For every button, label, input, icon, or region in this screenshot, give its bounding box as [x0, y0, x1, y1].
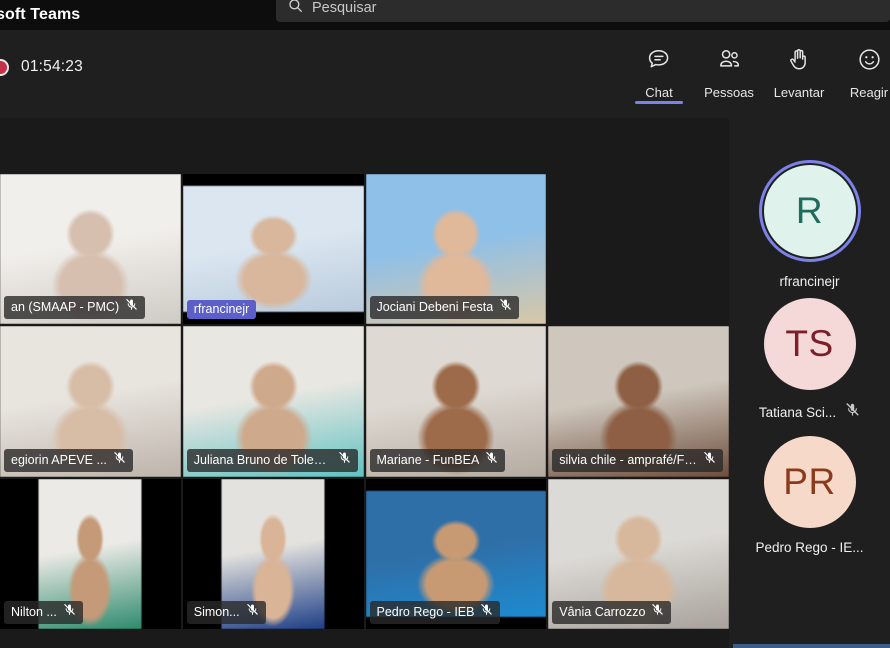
mic-muted-icon — [703, 451, 716, 469]
chat-icon — [646, 46, 673, 78]
video-tile[interactable]: Simon... — [182, 478, 364, 629]
participant-name-badge: rfrancinejr — [186, 300, 257, 320]
reactions-icon — [856, 46, 883, 78]
toolbar-label-reactions: Reagir — [849, 85, 889, 100]
toolbar-button-chat[interactable]: Chat — [624, 38, 694, 106]
title-bar: soft Teams Pesquisar — [0, 0, 890, 30]
roster-participant-name: Pedro Rego - IE... — [755, 540, 864, 555]
mic-muted-icon — [499, 298, 512, 316]
roster-item[interactable]: PR Pedro Rego - IE... — [729, 436, 890, 555]
app-title: soft Teams — [0, 6, 81, 23]
roster-name-row: Tatiana Sci... — [759, 402, 860, 422]
avatar-initials: PR — [783, 461, 836, 502]
participant-name-badge: Jociani Debeni Festa — [369, 296, 520, 320]
video-tile[interactable]: Nilton ... — [0, 478, 181, 629]
video-tile[interactable]: Pedro Rego - IEB — [365, 478, 547, 629]
mic-muted-icon — [845, 402, 860, 422]
toolbar-label-raise-hand: Levantar — [773, 85, 825, 100]
participant-name-badge: Vânia Carrozzo — [552, 600, 672, 624]
people-icon — [716, 46, 743, 78]
participant-name: Nilton ... — [11, 604, 57, 619]
roster-participant-name: rfrancinejr — [779, 274, 840, 289]
raise-hand-icon — [786, 46, 813, 78]
participant-name: Pedro Rego - IEB — [376, 604, 475, 619]
video-tile[interactable]: Juliana Bruno de Toledo Piz... — [182, 326, 364, 477]
avatar: R — [763, 165, 856, 257]
participant-name-badge: Simon... — [186, 600, 266, 624]
search-icon — [288, 0, 303, 18]
participant-name: Vânia Carrozzo — [559, 604, 646, 619]
roster-item[interactable]: Rrfrancinejr — [729, 160, 890, 289]
roster-participant-name: Tatiana Sci... — [758, 404, 837, 420]
video-tile[interactable]: Vânia Carrozzo — [548, 478, 729, 629]
video-tile[interactable]: Jociani Debeni Festa — [365, 174, 547, 325]
meeting-toolbar: 01:54:23 Chat Pessoas Levantar Reagir — [0, 30, 890, 118]
meeting-elapsed-time: 01:54:23 — [21, 58, 83, 75]
participant-name-badge: silvia chile - amprafé/FPPPS ... — [552, 448, 723, 472]
participant-name: silvia chile - amprafé/FPPPS ... — [559, 452, 697, 467]
mic-muted-icon — [651, 603, 664, 621]
toolbar-label-chat: Chat — [645, 85, 673, 100]
toolbar-button-reactions[interactable]: Reagir — [834, 38, 890, 106]
participant-name-badge: Nilton ... — [4, 600, 83, 624]
participant-name: Jociani Debeni Festa — [376, 300, 494, 315]
toolbar-actions: Chat Pessoas Levantar Reagir — [624, 38, 890, 106]
roster-name-row: rfrancinejr — [779, 274, 839, 289]
toolbar-button-people[interactable]: Pessoas — [694, 38, 764, 106]
toolbar-button-raise-hand[interactable]: Levantar — [764, 38, 834, 106]
video-tile[interactable]: silvia chile - amprafé/FPPPS ... — [548, 326, 729, 477]
avatar-initials: TS — [785, 323, 834, 364]
record-indicator-icon — [0, 58, 9, 76]
mic-muted-icon — [246, 603, 259, 621]
video-tile[interactable]: an (SMAAP - PMC) — [0, 174, 181, 325]
participant-name: rfrancinejr — [193, 302, 250, 317]
participant-roster: Rrfrancinejr TS Tatiana Sci... PR Pedro Rego… — [729, 118, 890, 648]
participant-name-badge: egiorin APEVE ... — [4, 448, 133, 472]
search-placeholder: Pesquisar — [312, 0, 377, 16]
participant-name-badge: Mariane - FunBEA — [369, 448, 506, 472]
avatar: PR — [763, 436, 856, 528]
avatar: TS — [763, 298, 856, 390]
mic-muted-icon — [113, 451, 126, 469]
video-tile[interactable]: Mariane - FunBEA — [365, 326, 547, 477]
video-grid: an (SMAAP - PMC) rfrancinejr Jociani Deben… — [0, 174, 729, 629]
video-tile[interactable] — [548, 174, 729, 325]
participant-name: Mariane - FunBEA — [376, 452, 480, 467]
avatar-initials: R — [795, 190, 824, 231]
mic-muted-icon — [485, 451, 498, 469]
participant-name-badge: Pedro Rego - IEB — [369, 600, 501, 624]
teams-meeting-window: soft Teams Pesquisar 01:54:23 Chat Pesso… — [0, 0, 890, 648]
mic-muted-icon — [480, 603, 493, 621]
bottom-accent-strip — [733, 644, 890, 648]
participant-name-badge: an (SMAAP - PMC) — [4, 296, 146, 320]
recording-indicator: 01:54:23 — [0, 58, 83, 76]
active-tab-indicator — [635, 101, 683, 104]
mic-muted-icon — [338, 451, 351, 469]
participant-video — [365, 490, 547, 617]
participant-name: egiorin APEVE ... — [11, 452, 107, 467]
speaking-ring: R — [758, 160, 861, 262]
roster-name-row: Pedro Rego - IE... — [755, 540, 863, 555]
participant-name-badge: Juliana Bruno de Toledo Piz... — [186, 448, 358, 472]
participant-name: an (SMAAP - PMC) — [11, 300, 120, 315]
video-tile[interactable]: egiorin APEVE ... — [0, 326, 181, 477]
meeting-stage: an (SMAAP - PMC) rfrancinejr Jociani Deben… — [0, 118, 729, 648]
video-tile[interactable]: rfrancinejr — [182, 174, 364, 325]
search-input[interactable]: Pesquisar — [276, 0, 890, 22]
participant-video — [182, 186, 364, 313]
participant-name: Juliana Bruno de Toledo Piz... — [193, 452, 332, 467]
participant-name: Simon... — [193, 604, 240, 619]
mic-muted-icon — [63, 603, 76, 621]
mic-muted-icon — [125, 298, 138, 316]
roster-item[interactable]: TS Tatiana Sci... — [729, 298, 890, 422]
toolbar-label-people: Pessoas — [704, 85, 754, 100]
